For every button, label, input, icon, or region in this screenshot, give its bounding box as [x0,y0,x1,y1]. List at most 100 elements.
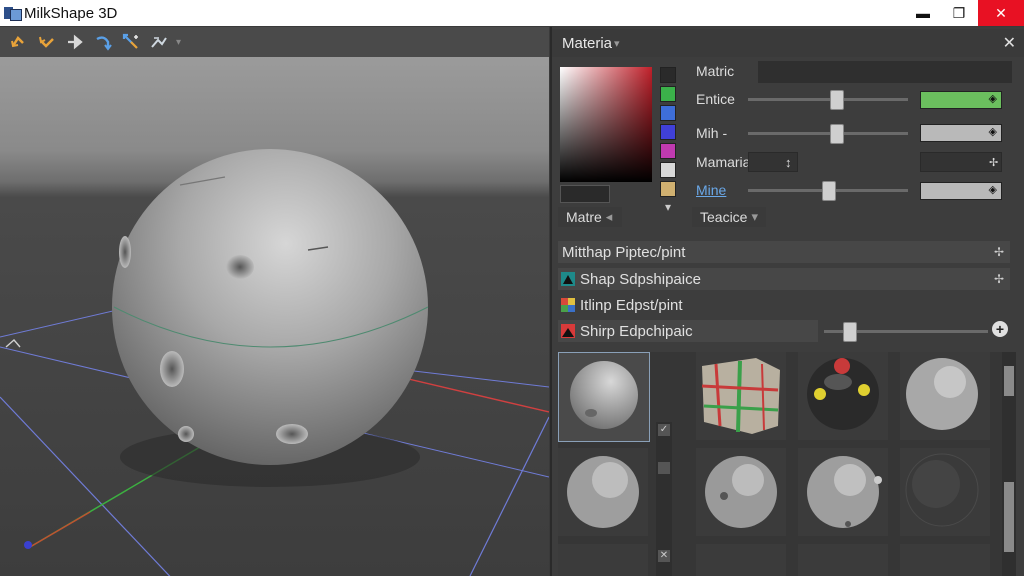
close-button[interactable]: ✕ [978,0,1024,26]
material-thumb[interactable] [900,544,990,576]
scrollbar-thumb[interactable] [1004,366,1014,396]
title-bar: MilkShape 3D ▬ ❐ ✕ [0,0,1024,26]
shape-icon [561,324,575,338]
sphere-dent [160,351,184,387]
sphere-dent [119,236,131,268]
axis-x-red [399,376,549,413]
color-picker-field[interactable] [560,67,652,182]
main-toolbar: ▾ [0,27,549,57]
row-slider-knob[interactable] [842,322,857,342]
maximize-button[interactable]: ❐ [942,0,976,26]
window-title: MilkShape 3D [24,4,118,22]
matre-arrow-icon: ◂ [605,209,613,224]
sphere-thumb-icon [570,361,638,429]
panel-title-dropdown-icon[interactable]: ▾ [614,37,620,50]
3d-viewport[interactable] [0,57,549,576]
mamaria-label: Mamaria [696,154,751,170]
mih-slider-knob[interactable] [830,124,844,144]
sphere-mesh [112,149,428,465]
sphere-dent [226,255,254,279]
list-item-label: Itlinp Edpst/pint [580,296,683,314]
matre-label: Matre [566,209,602,225]
color-swatch[interactable] [660,162,676,178]
color-swatch[interactable] [660,86,676,102]
milkshape-app-icon [4,5,22,21]
list-item-label: Shap Sdpshipaice [580,270,701,288]
color-swatch[interactable] [660,143,676,159]
thumbnail-scrollbar[interactable] [1002,352,1016,576]
axis-x-orange [29,511,91,548]
thumbnail-mini-scrollbar[interactable]: ✓ ✕ [656,422,672,576]
material-name-field[interactable] [758,61,1012,83]
material-thumb[interactable] [696,352,786,440]
material-thumb[interactable] [558,448,648,536]
mamaria-value-icon: ✢ [989,156,999,169]
material-thumb[interactable] [696,448,786,536]
color-swatch[interactable] [660,124,676,140]
check-icon[interactable]: ✓ [658,424,670,436]
grid-line-blue-2 [0,396,171,576]
material-label: Matric [696,63,735,79]
matre-button[interactable]: Matre ◂ [558,207,622,227]
sphere-thumb-icon [567,456,639,528]
mine-label[interactable]: Mine [696,182,726,198]
teacice-label: Teacice [700,209,748,225]
pin-icon[interactable]: ✢ [994,245,1004,259]
mamaria-value-box[interactable]: ✢ [920,152,1002,172]
color-swatch[interactable] [660,105,676,121]
teacice-dropdown[interactable]: Teacice ▾ [692,207,766,227]
mih-value-box[interactable]: ◈ [920,124,1002,142]
origin-marker [24,541,32,549]
panel-close-icon[interactable]: ✕ [1003,33,1016,53]
toolbar-dropdown-icon[interactable]: ▾ [176,37,181,48]
material-thumb[interactable] [798,544,888,576]
material-thumb[interactable] [798,352,888,440]
panel-header: Materia ▾ ✕ [552,29,1024,57]
gizmo-icon [5,339,21,348]
material-thumb[interactable] [798,448,888,536]
material-thumb[interactable] [558,544,648,576]
pin-icon[interactable]: ✢ [994,272,1004,286]
entice-value-box[interactable]: ◈ [920,91,1002,109]
grid-line-blue-5 [469,416,549,576]
mamaria-dropdown[interactable]: ↕ [748,152,798,172]
minimize-button[interactable]: ▬ [906,0,940,26]
close-small-icon[interactable]: ✕ [658,550,670,562]
redo-icon[interactable] [92,31,114,53]
mih-label: Mih - [696,125,728,141]
sphere-thumb-icon [807,456,882,528]
rotate-left-icon[interactable] [8,31,30,53]
grid-line-blue-3 [0,306,131,338]
material-thumb[interactable] [900,448,990,536]
swatch-more-icon[interactable]: ▾ [660,200,676,214]
list-item[interactable]: Shap Sdpshipaice ✢ [558,268,1010,290]
list-item-label: Mitthap Piptec/pint [562,243,686,261]
sphere-thumb-icon [906,358,978,430]
list-item[interactable]: Shirp Edpchipaic [558,320,818,342]
mih-slider-track[interactable] [748,132,908,135]
mine-value-box[interactable]: ◈ [920,182,1002,200]
material-thumb-selected[interactable] [558,352,650,442]
color-swatches: ▾ [660,67,676,214]
viewport-scene [0,149,549,576]
entice-slider-knob[interactable] [830,90,844,110]
select-icon[interactable] [120,31,142,53]
list-item[interactable]: Itlinp Edpst/pint [558,294,1010,316]
list-item[interactable]: Mitthap Piptec/pint ✢ [558,241,1010,263]
material-thumb[interactable] [900,352,990,440]
mine-slider-knob[interactable] [822,181,836,201]
sphere-dent [178,426,194,442]
color-swatch[interactable] [660,67,676,83]
color-preview-bar [560,185,610,203]
scale-icon[interactable] [148,31,170,53]
scrollbar-thumb[interactable] [1004,482,1014,552]
material-thumb[interactable] [696,544,786,576]
rotate-right-icon[interactable] [36,31,58,53]
mamaria-dropdown-icon: ↕ [785,154,792,170]
move-icon[interactable] [64,31,86,53]
entice-slider-track[interactable] [748,98,908,101]
color-swatch[interactable] [660,181,676,197]
scroll-box[interactable] [658,462,670,474]
materials-panel: Materia ▾ ✕ ▾ Matric Entice ◈ Mih - ◈ Ma… [550,27,1024,576]
add-icon[interactable]: + [992,321,1008,337]
